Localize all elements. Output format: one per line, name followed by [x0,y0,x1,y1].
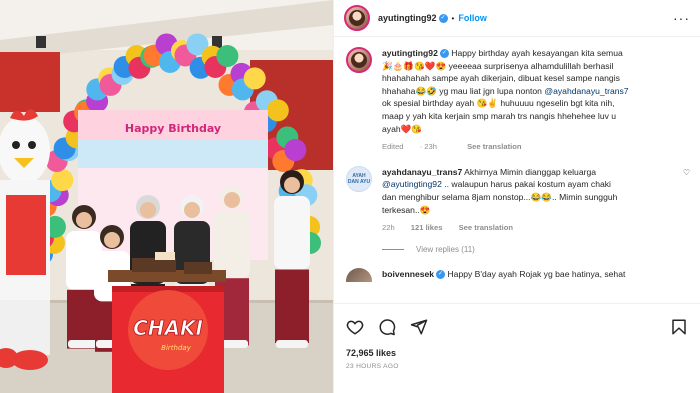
share-icon[interactable] [410,318,428,336]
author-username[interactable]: ayutingting92 [378,13,437,23]
caption-line-7: ayah❤️😘 [382,123,423,134]
caption-line-3: hhahahahah sampe ayah dikerjain, dibuat … [382,73,620,84]
view-replies-label: View replies (11) [416,244,475,254]
verified-badge-icon: ✓ [439,49,449,59]
more-icon[interactable]: ··· [673,10,690,26]
caption-line-2: 🎉🎂🎁😘❤️😍 yeeeeaa surprisenya alhamdulilla… [382,60,614,71]
caption-username[interactable]: ayutingting92 [382,48,438,58]
view-replies-button[interactable]: View replies (11) [382,245,690,254]
caption-line-1: Happy birthday ayah kesayangan kita semu… [451,48,623,58]
caption-edited-label: Edited [382,142,404,152]
comment-mention-link[interactable]: @ayutingting92 [382,179,442,189]
comments-section[interactable]: ayutingting92 ✓ Happy birthday ayah kesay… [334,37,700,303]
heart-icon[interactable] [346,318,364,336]
comment-line-2: .. walaupun harus pakai kostum ayam chak… [444,179,611,190]
bookmark-icon[interactable] [670,318,688,336]
caption-line-5: ok spesial birthday ayah 😘✌️ huhuuuu nge… [382,98,615,109]
caption: ayutingting92 ✓ Happy birthday ayah kesay… [346,47,690,154]
comment-line-4: terkesan..😍 [382,204,431,215]
follow-button[interactable]: Follow [458,13,487,23]
comment-avatar[interactable]: AYAH DAN AYU [346,165,372,192]
podium-birthday-text: Birthday [161,344,192,352]
verified-badge-icon: ✓ [438,13,448,23]
comment-username[interactable]: boivennesek [382,269,434,279]
post-sidebar: ayutingting92 ✓ • Follow ··· ayutingting… [333,0,700,393]
author-avatar[interactable] [344,5,370,31]
comment-item: boivennesek ✓ Happy B'day ayah Rojak yg b… [346,267,690,282]
post-photo[interactable]: Happy Birthday CHAKI Birthday [0,0,333,393]
post-timestamp[interactable]: 23 HOURS AGO [346,363,688,370]
comment-item: AYAH DAN AYU ayahdanayu_trans7 Akhirnya … [346,165,690,235]
verified-badge-icon: ✓ [436,269,446,279]
like-count[interactable]: 72,965 likes [346,348,688,358]
caption-line-6: maap y yah kita kerjain smp marah trs na… [382,110,617,121]
post-actions-area: 72,965 likes 23 HOURS AGO [334,303,700,370]
caption-line-4: hhahaha😂🤣 yg mau liat jgn lupa nonton [382,85,542,96]
separator-dot: • [451,13,455,23]
comment-time: 22h [382,223,395,233]
podium-chaki-text: CHAKI [133,316,203,340]
comment-username[interactable]: ayahdanayu_trans7 [382,167,462,177]
comment-icon[interactable] [378,318,396,336]
comment-heart-icon[interactable]: ♡ [683,168,690,177]
replies-line [382,248,404,250]
caption-time: 23h [424,142,437,152]
comment-see-translation-link[interactable]: See translation [459,223,513,232]
comment-line-3: dan menghibur selama 8jam nonstop...😂😂..… [382,191,618,202]
post-header: ayutingting92 ✓ • Follow ··· [334,0,700,37]
comment-text: Happy B'day ayah Rojak yg bae hatinya, s… [447,268,626,279]
caption-avatar[interactable] [346,47,372,73]
comment-likes[interactable]: 121 likes [411,223,443,232]
comment-line-1: Akhirnya Mimin dianggap keluarga [464,166,597,177]
banner-text: Happy Birthday [125,122,221,135]
comment-avatar[interactable] [346,267,372,282]
party-photo-illustration: Happy Birthday CHAKI Birthday [0,0,333,393]
caption-mention-link[interactable]: @ayahdanayu_trans7 [544,86,628,96]
caption-see-translation-link[interactable]: See translation [467,142,521,151]
action-bar [346,314,688,340]
